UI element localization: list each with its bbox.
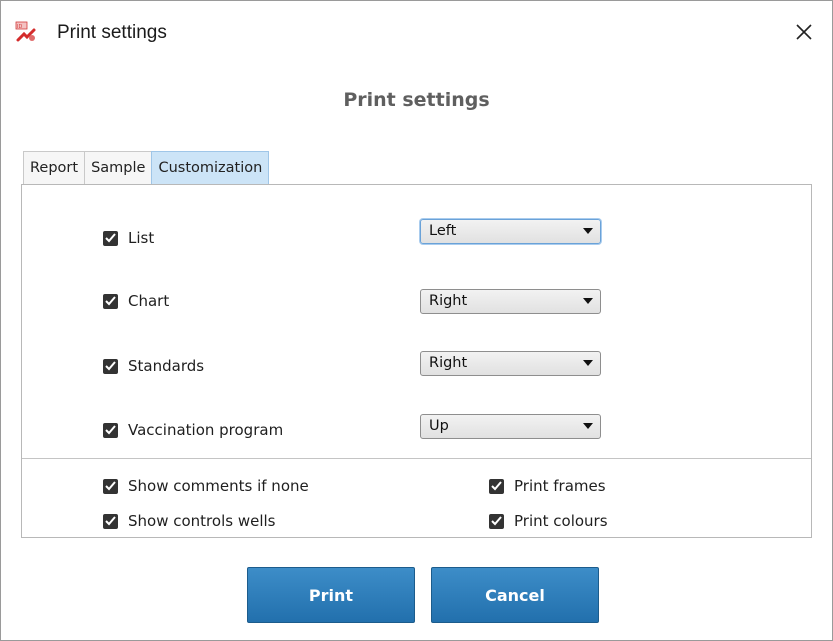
chart-position-value: Right	[429, 293, 468, 309]
tab-customization[interactable]: Customization	[151, 151, 270, 185]
show-controls-checkbox[interactable]: Show controls wells	[103, 512, 275, 530]
checkbox-checked-icon	[103, 358, 118, 374]
tab-sample[interactable]: Sample	[84, 151, 153, 184]
close-button[interactable]	[787, 15, 821, 49]
dropdown-arrow-icon	[583, 228, 593, 234]
list-position-value: Left	[429, 223, 457, 239]
checkbox-checked-icon	[103, 293, 118, 309]
dropdown-arrow-icon	[583, 298, 593, 304]
standards-position-value: Right	[429, 355, 468, 371]
show-comments-checkbox[interactable]: Show comments if none	[103, 477, 309, 495]
list-label: List	[128, 229, 155, 247]
chart-checkbox[interactable]: Chart	[103, 292, 169, 310]
print-frames-checkbox[interactable]: Print frames	[489, 477, 606, 495]
show-controls-label: Show controls wells	[128, 512, 276, 530]
chart-label: Chart	[128, 292, 170, 310]
title-bar: ID Print settings	[1, 1, 832, 63]
print-settings-window: ID Print settings Print settings Report …	[0, 0, 833, 641]
print-frames-label: Print frames	[514, 477, 606, 495]
customization-panel: List Left Chart Right Standards Right Va…	[21, 184, 812, 538]
standards-position-select[interactable]: Right	[420, 351, 601, 376]
window-title: Print settings	[57, 22, 167, 43]
dropdown-arrow-icon	[583, 360, 593, 366]
standards-label: Standards	[128, 357, 205, 375]
print-button[interactable]: Print	[247, 567, 415, 623]
vaccination-program-position-value: Up	[429, 418, 449, 434]
options-divider	[22, 458, 811, 459]
checkbox-checked-icon	[103, 513, 118, 529]
checkbox-checked-icon	[103, 230, 118, 246]
close-icon	[796, 24, 812, 40]
vaccination-program-label: Vaccination program	[128, 421, 284, 439]
checkbox-checked-icon	[489, 478, 504, 494]
checkbox-checked-icon	[489, 513, 504, 529]
list-checkbox[interactable]: List	[103, 229, 154, 247]
vaccination-program-checkbox[interactable]: Vaccination program	[103, 421, 283, 439]
list-position-select[interactable]: Left	[420, 219, 601, 244]
dropdown-arrow-icon	[583, 423, 593, 429]
tab-bar: Report Sample Customization	[23, 151, 270, 185]
vaccination-program-position-select[interactable]: Up	[420, 414, 601, 439]
print-settings-app-icon: ID	[15, 21, 37, 43]
checkbox-checked-icon	[103, 478, 118, 494]
dialog-heading: Print settings	[343, 89, 490, 111]
print-colours-label: Print colours	[514, 512, 608, 530]
chart-position-select[interactable]: Right	[420, 289, 601, 314]
standards-checkbox[interactable]: Standards	[103, 357, 204, 375]
print-colours-checkbox[interactable]: Print colours	[489, 512, 608, 530]
checkbox-checked-icon	[103, 422, 118, 438]
show-comments-label: Show comments if none	[128, 477, 309, 495]
svg-text:ID: ID	[17, 24, 22, 30]
cancel-button[interactable]: Cancel	[431, 567, 599, 623]
tab-report[interactable]: Report	[23, 151, 86, 184]
